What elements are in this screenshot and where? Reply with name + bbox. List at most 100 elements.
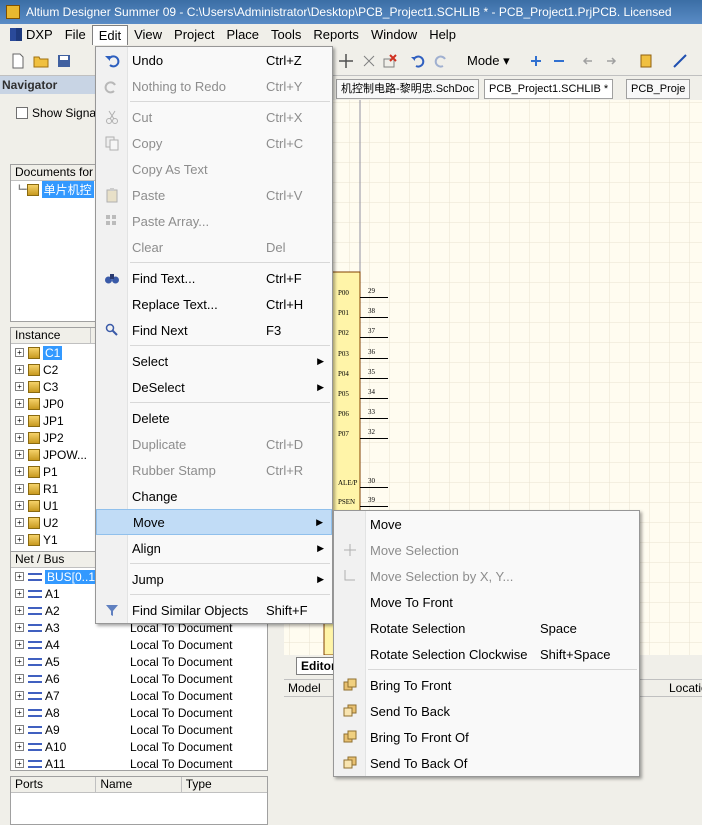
menu-dxp[interactable]: DXP (4, 25, 59, 45)
expand-icon[interactable]: + (15, 501, 24, 510)
menu-item-paste[interactable]: Paste Ctrl+V (96, 182, 332, 208)
expand-icon[interactable]: + (15, 399, 24, 408)
expand-icon[interactable]: + (15, 416, 24, 425)
menu-item-clear[interactable]: Clear Del (96, 234, 332, 260)
menu-item-copy-as-text[interactable]: Copy As Text (96, 156, 332, 182)
expand-icon[interactable]: + (15, 759, 24, 768)
expand-icon[interactable]: + (15, 365, 24, 374)
show-signals-checkbox[interactable]: Show Signals (16, 106, 105, 120)
component-tool-icon[interactable] (638, 53, 654, 69)
pin-number: 32 (368, 428, 375, 436)
menu-item-undo[interactable]: Undo Ctrl+Z (96, 47, 332, 73)
expand-icon[interactable]: + (15, 623, 24, 632)
tab-schlib[interactable]: PCB_Project1.SCHLIB * (484, 79, 614, 99)
expand-icon[interactable]: + (15, 518, 24, 527)
wire-tool-icon[interactable] (672, 53, 688, 69)
menu-item-jump[interactable]: Jump ▶ (96, 566, 332, 592)
back-arrow-icon[interactable] (580, 53, 596, 69)
menu-item-paste-array[interactable]: Paste Array... (96, 208, 332, 234)
menu-item-duplicate[interactable]: Duplicate Ctrl+D (96, 431, 332, 457)
menu-item-shortcut: Ctrl+X (266, 109, 303, 125)
net-row[interactable]: + A7 Local To Document (11, 687, 267, 704)
forward-arrow-icon[interactable] (603, 53, 619, 69)
menu-item-replace-text[interactable]: Replace Text... Ctrl+H (96, 291, 332, 317)
menu-item-move-selection-by-x-y[interactable]: Move Selection by X, Y... (334, 563, 639, 589)
menu-item-deselect[interactable]: DeSelect ▶ (96, 374, 332, 400)
net-row[interactable]: + A4 Local To Document (11, 636, 267, 653)
menu-item-find-similar-objects[interactable]: Find Similar Objects Shift+F (96, 597, 332, 623)
add-icon[interactable] (528, 53, 544, 69)
mode-dropdown[interactable]: Mode ▾ (463, 52, 514, 72)
expand-icon[interactable]: + (15, 535, 24, 544)
menu-help[interactable]: Help (423, 25, 462, 45)
menu-window[interactable]: Window (365, 25, 423, 45)
menu-view[interactable]: View (128, 25, 168, 45)
tab-prjpcb[interactable]: PCB_Proje (626, 79, 691, 99)
menu-file[interactable]: File (59, 25, 92, 45)
menu-place[interactable]: Place (221, 25, 266, 45)
net-icon (28, 742, 42, 751)
menu-item-rotate-selection[interactable]: Rotate Selection Space (334, 615, 639, 641)
menu-item-move-to-front[interactable]: Move To Front (334, 589, 639, 615)
menu-item-cut[interactable]: Cut Ctrl+X (96, 104, 332, 130)
expand-icon[interactable]: + (15, 606, 24, 615)
expand-icon[interactable]: + (15, 382, 24, 391)
net-row[interactable]: + A6 Local To Document (11, 670, 267, 687)
new-file-icon[interactable] (10, 53, 26, 69)
redo-toolbar-icon[interactable] (433, 53, 449, 69)
menu-item-send-to-back[interactable]: Send To Back (334, 698, 639, 724)
menu-item-rotate-selection-clockwise[interactable]: Rotate Selection Clockwise Shift+Space (334, 641, 639, 667)
net-row[interactable]: + A8 Local To Document (11, 704, 267, 721)
expand-icon[interactable]: + (15, 572, 24, 581)
menu-item-move[interactable]: Move ▶ (96, 509, 332, 535)
menu-item-copy[interactable]: Copy Ctrl+C (96, 130, 332, 156)
pin-line (360, 358, 388, 359)
expand-icon[interactable]: + (15, 657, 24, 666)
net-row[interactable]: + A10 Local To Document (11, 738, 267, 755)
menu-item-bring-to-front-of[interactable]: Bring To Front Of (334, 724, 639, 750)
expand-icon[interactable]: + (15, 640, 24, 649)
expand-icon[interactable]: + (15, 348, 24, 357)
tab-schdoc[interactable]: 机控制电路-黎明忠.SchDoc (336, 79, 480, 99)
menu-project[interactable]: Project (168, 25, 220, 45)
menu-reports[interactable]: Reports (307, 25, 365, 45)
net-label: A3 (45, 620, 60, 635)
deselect-icon[interactable] (382, 53, 398, 69)
expand-icon[interactable]: + (15, 674, 24, 683)
menu-item-send-to-back-of[interactable]: Send To Back Of (334, 750, 639, 776)
pin-number: 35 (368, 368, 375, 376)
menu-tools[interactable]: Tools (265, 25, 307, 45)
expand-icon[interactable]: + (15, 433, 24, 442)
expand-icon[interactable]: + (15, 708, 24, 717)
expand-icon[interactable]: + (15, 691, 24, 700)
binoculars-icon (105, 274, 119, 284)
save-icon[interactable] (56, 53, 72, 69)
undo-toolbar-icon[interactable] (410, 53, 426, 69)
menu-item-bring-to-front[interactable]: Bring To Front (334, 672, 639, 698)
net-row[interactable]: + A9 Local To Document (11, 721, 267, 738)
menu-edit[interactable]: Edit (91, 25, 129, 45)
scatter-tool-icon[interactable] (361, 53, 377, 69)
move-tool-icon[interactable] (338, 53, 354, 69)
open-folder-icon[interactable] (33, 53, 49, 69)
menu-item-move[interactable]: Move (334, 511, 639, 537)
expand-icon[interactable]: + (15, 589, 24, 598)
net-row[interactable]: + A11 Local To Document (11, 755, 267, 770)
expand-icon[interactable]: + (15, 725, 24, 734)
menu-item-move-selection[interactable]: Move Selection (334, 537, 639, 563)
menu-item-rubber-stamp[interactable]: Rubber Stamp Ctrl+R (96, 457, 332, 483)
menu-item-find-text[interactable]: Find Text... Ctrl+F (96, 265, 332, 291)
menu-item-delete[interactable]: Delete (96, 405, 332, 431)
menu-item-find-next[interactable]: Find Next F3 (96, 317, 332, 343)
remove-icon[interactable] (551, 53, 567, 69)
menu-item-label: Move (370, 516, 402, 532)
expand-icon[interactable]: + (15, 484, 24, 493)
menu-item-change[interactable]: Change (96, 483, 332, 509)
net-row[interactable]: + A5 Local To Document (11, 653, 267, 670)
expand-icon[interactable]: + (15, 742, 24, 751)
expand-icon[interactable]: + (15, 450, 24, 459)
menu-item-select[interactable]: Select ▶ (96, 348, 332, 374)
menu-item-nothing-to-redo[interactable]: Nothing to Redo Ctrl+Y (96, 73, 332, 99)
expand-icon[interactable]: + (15, 467, 24, 476)
menu-item-align[interactable]: Align ▶ (96, 535, 332, 561)
